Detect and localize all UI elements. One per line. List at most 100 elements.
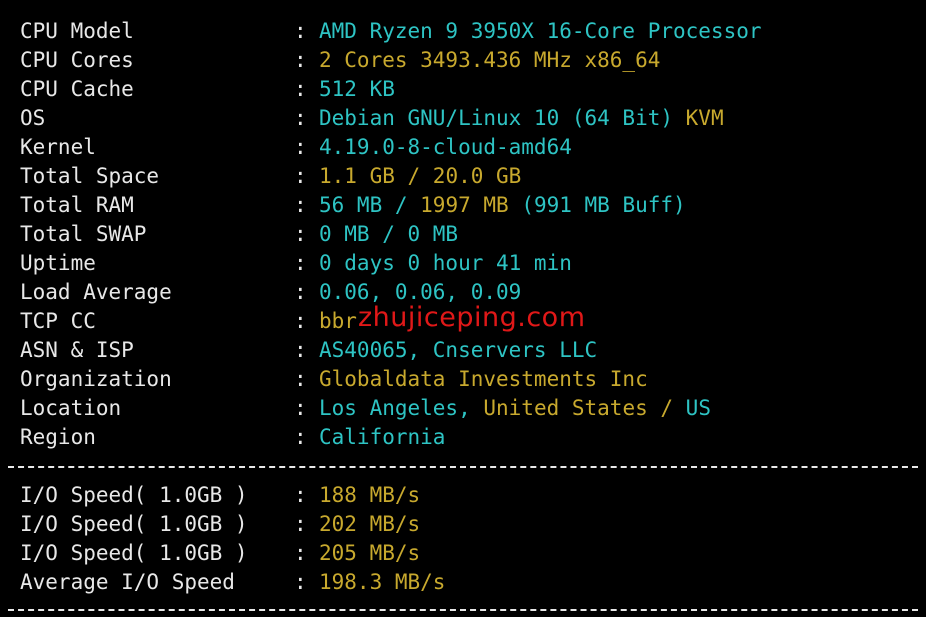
separator-colon: : (294, 396, 307, 420)
info-label: CPU Cores (20, 48, 134, 72)
separator-colon: : (294, 135, 307, 159)
info-label: Kernel (20, 135, 96, 159)
separator-colon: : (294, 164, 307, 188)
info-value: 205 MB/s (319, 539, 420, 568)
info-row: Total RAM:56 MB / 1997 MB (991 MB Buff) (20, 191, 920, 220)
value-segment: 20.0 GB (432, 164, 522, 188)
info-value: Debian GNU/Linux 10 (64 Bit) KVM (319, 104, 724, 133)
separator-colon: : (294, 425, 307, 449)
info-value: Globaldata Investments Inc (319, 365, 648, 394)
info-value: Los Angeles, United States / US (319, 394, 711, 423)
info-value: 198.3 MB/s (319, 568, 445, 597)
info-row: CPU Cores:2 Cores 3493.436 MHz x86_64 (20, 46, 920, 75)
info-value: 0 days 0 hour 41 min (319, 249, 572, 278)
info-row: OS: Debian GNU/Linux 10 (64 Bit) KVM (20, 104, 920, 133)
info-row: Kernel:4.19.0-8-cloud-amd64 (20, 133, 920, 162)
info-label: Uptime (20, 251, 96, 275)
value-segment: 0 MB / 0 MB (319, 222, 459, 246)
separator-colon: : (294, 309, 307, 333)
info-row: I/O Speed( 1.0GB ):188 MB/s (20, 481, 920, 510)
info-label: TCP CC (20, 309, 96, 333)
separator-colon: : (294, 483, 307, 507)
value-segment: US (685, 396, 711, 420)
value-segment: Globaldata Investments Inc (319, 367, 648, 391)
info-label: Location (20, 396, 122, 420)
separator-colon: : (294, 222, 307, 246)
info-row: Location: Los Angeles, United States / US (20, 394, 920, 423)
value-segment: 205 MB/s (319, 541, 421, 565)
info-label: Load Average (20, 280, 172, 304)
value-segment: 202 MB/s (319, 512, 421, 536)
value-segment: 0.06, 0.06, 0.09 (319, 280, 522, 304)
divider-line (8, 609, 918, 611)
separator-colon: : (294, 280, 307, 304)
info-label: Average I/O Speed (20, 570, 235, 594)
value-segment: 1997 MB (420, 193, 509, 217)
info-value: 202 MB/s (319, 510, 420, 539)
value-segment: 1.1 GB / (319, 164, 433, 188)
info-row: Total Space:1.1 GB / 20.0 GB (20, 162, 920, 191)
info-label: OS (20, 106, 46, 130)
info-row: Uptime:0 days 0 hour 41 min (20, 249, 920, 278)
value-segment: 2 Cores 3493.436 MHz x86_64 (319, 48, 661, 72)
info-label: I/O Speed( 1.0GB ) (20, 541, 248, 565)
info-label: I/O Speed( 1.0GB ) (20, 512, 248, 536)
info-row: Organization: Globaldata Investments Inc (20, 365, 920, 394)
info-value: AS40065, Cnservers LLC (319, 336, 597, 365)
info-label: Organization (20, 367, 172, 391)
separator-colon: : (294, 570, 307, 594)
terminal-window[interactable]: CPU Model: AMD Ryzen 9 3950X 16-Core Proc… (0, 0, 926, 617)
info-label: Total SWAP (20, 222, 147, 246)
info-label: I/O Speed( 1.0GB ) (20, 483, 248, 507)
value-segment: 198.3 MB/s (319, 570, 446, 594)
value-segment: California (319, 425, 446, 449)
value-segment: United States / (483, 396, 686, 420)
info-label: CPU Cache (20, 77, 134, 101)
info-row: ASN & ISP: AS40065, Cnservers LLC (20, 336, 920, 365)
value-segment: AS40065, Cnservers LLC (319, 338, 598, 362)
info-value: 1.1 GB / 20.0 GB (319, 162, 521, 191)
value-segment: (991 MB Buff) (508, 193, 686, 217)
value-segment: 188 MB/s (319, 483, 421, 507)
info-row: Region: California (20, 423, 920, 452)
value-segment: KVM (685, 106, 724, 130)
info-value: bbr (319, 307, 357, 336)
value-segment: AMD Ryzen 9 3950X 16-Core Processor (319, 19, 762, 43)
separator-colon: : (294, 367, 307, 391)
value-segment: 512 KB (319, 77, 395, 101)
info-value: 2 Cores 3493.436 MHz x86_64 (319, 46, 660, 75)
separator-colon: : (294, 541, 307, 565)
value-segment: Debian GNU/Linux 10 (64 Bit) (319, 106, 686, 130)
info-row: CPU Model: AMD Ryzen 9 3950X 16-Core Proc… (20, 17, 920, 46)
info-label: CPU Model (20, 19, 134, 43)
separator-colon: : (294, 48, 307, 72)
info-label: Region (20, 425, 96, 449)
info-value: 56 MB / 1997 MB (991 MB Buff) (319, 191, 686, 220)
info-value: 4.19.0-8-cloud-amd64 (319, 133, 572, 162)
separator-colon: : (294, 251, 307, 275)
info-row: CPU Cache:512 KB (20, 75, 920, 104)
value-segment: 4.19.0-8-cloud-amd64 (319, 135, 572, 159)
info-row: I/O Speed( 1.0GB ):205 MB/s (20, 539, 920, 568)
separator-colon: : (294, 193, 307, 217)
info-value: 0 MB / 0 MB (319, 220, 458, 249)
info-row: I/O Speed( 1.0GB ):202 MB/s (20, 510, 920, 539)
separator-colon: : (294, 106, 307, 130)
info-value: California (319, 423, 445, 452)
value-segment: bbr (319, 309, 357, 333)
value-segment: Los Angeles, (319, 396, 484, 420)
info-value: 512 KB (319, 75, 395, 104)
separator-colon: : (294, 19, 307, 43)
info-label: ASN & ISP (20, 338, 134, 362)
value-segment: 56 MB / (319, 193, 421, 217)
watermark-text: zhujiceping.com (358, 302, 586, 333)
info-row: Total SWAP:0 MB / 0 MB (20, 220, 920, 249)
info-value: 188 MB/s (319, 481, 420, 510)
separator-colon: : (294, 338, 307, 362)
separator-colon: : (294, 77, 307, 101)
separator-colon: : (294, 512, 307, 536)
value-segment: 0 days 0 hour 41 min (319, 251, 572, 275)
divider-line (8, 466, 918, 468)
info-value: AMD Ryzen 9 3950X 16-Core Processor (319, 17, 762, 46)
info-row: Average I/O Speed:198.3 MB/s (20, 568, 920, 597)
